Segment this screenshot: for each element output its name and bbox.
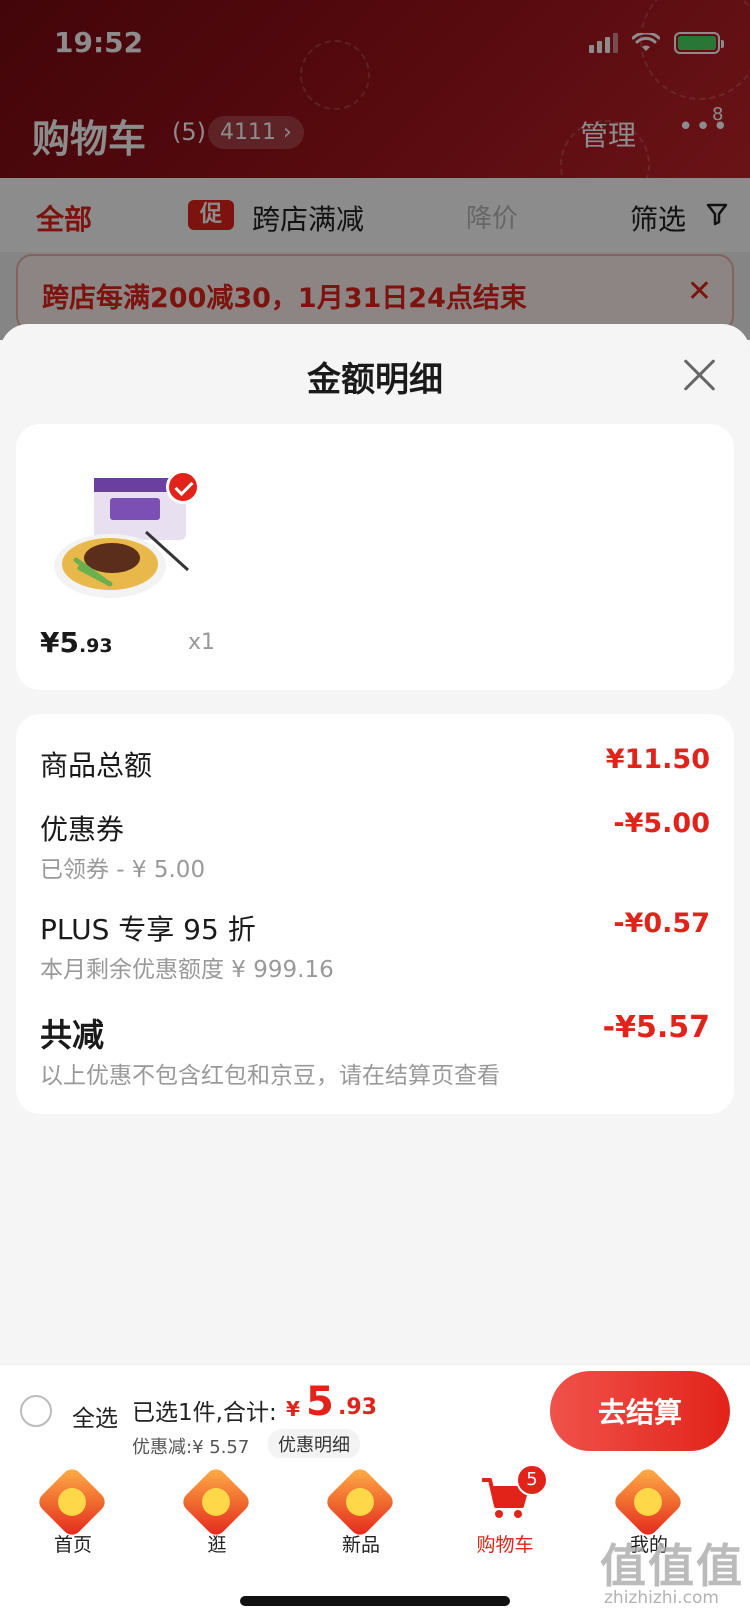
plus-discount-label: PLUS 专享 95 折	[40, 913, 256, 946]
coupon-label: 优惠券	[40, 813, 125, 846]
checkout-bar: 全选 已选1件,合计: ¥ 5 .93 优惠减:¥ 5.57 优惠明细 去结算	[0, 1364, 750, 1459]
tab-browse[interactable]: 逛	[162, 1465, 272, 1558]
plus-quota-text: 本月剩余优惠额度 ¥ 999.16	[40, 957, 334, 983]
tab-label: 购物车	[476, 1534, 534, 1556]
tab-home[interactable]: 首页	[18, 1465, 128, 1558]
watermark-url: zhizhizhi.com	[604, 1588, 719, 1608]
coupon-amount: -¥5.00	[613, 808, 710, 839]
tab-label: 逛	[207, 1534, 227, 1556]
discount-summary: 优惠减:¥ 5.57	[132, 1437, 250, 1458]
select-all-radio[interactable]	[20, 1395, 52, 1427]
total-amount-int: 5	[306, 1379, 334, 1425]
discount-detail-link[interactable]: 优惠明细	[268, 1429, 360, 1459]
goods-quantity: x1	[188, 630, 216, 655]
check-icon[interactable]	[166, 470, 200, 504]
tab-label: 首页	[53, 1534, 92, 1556]
dim-overlay[interactable]	[0, 0, 750, 340]
total-reduce-label: 共减	[40, 1016, 105, 1054]
goods-price: ¥5.93	[40, 626, 113, 659]
cart-badge: 5	[516, 1464, 548, 1496]
goods-card: ¥5.93 x1	[16, 424, 734, 690]
select-all-label[interactable]: 全选	[72, 1399, 118, 1433]
amount-breakdown: 商品总额 ¥11.50 优惠券 -¥5.00 已领券 - ¥ 5.00 PLUS…	[16, 714, 734, 1114]
amount-detail-sheet: 金额明细 ¥5.93 x1 商品总额 ¥11.50 优惠券 -¥5.00 已领券…	[0, 324, 750, 1364]
total-currency: ¥	[286, 1397, 300, 1421]
discount-note: 以上优惠不包含红包和京豆，请在结算页查看	[40, 1063, 500, 1089]
tab-label: 新品	[341, 1534, 380, 1556]
total-reduce-amount: -¥5.57	[602, 1010, 710, 1045]
home-indicator	[240, 1596, 510, 1606]
sheet-title: 金额明细	[307, 360, 443, 400]
tab-cart[interactable]: 5 购物车	[450, 1464, 560, 1558]
total-amount-dec: .93	[338, 1395, 377, 1420]
selected-summary: 已选1件,合计:	[132, 1400, 277, 1426]
browse-icon	[179, 1465, 253, 1539]
checkout-button[interactable]: 去结算	[550, 1371, 730, 1451]
total-label: 商品总额	[40, 749, 153, 782]
coupon-subtext: 已领券 - ¥ 5.00	[40, 857, 206, 883]
profile-icon	[611, 1465, 685, 1539]
home-icon	[35, 1465, 109, 1539]
plus-discount-amount: -¥0.57	[613, 908, 710, 939]
watermark-logo: 值值值	[600, 1539, 744, 1593]
tab-new[interactable]: 新品	[306, 1465, 416, 1558]
close-icon[interactable]	[682, 356, 718, 392]
total-amount: ¥11.50	[605, 744, 710, 775]
new-products-icon	[323, 1465, 397, 1539]
